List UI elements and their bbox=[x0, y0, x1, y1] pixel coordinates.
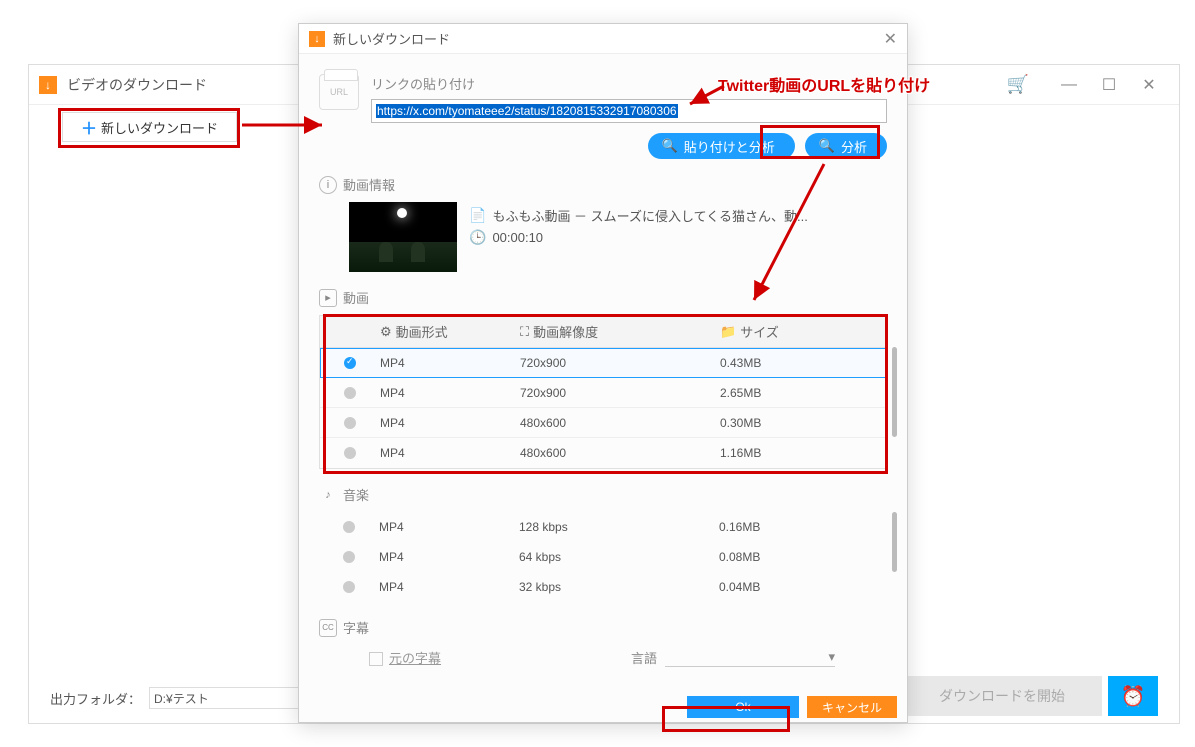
resolution-icon: ⛶ bbox=[520, 324, 529, 340]
video-format-row[interactable]: MP4720x9002.65MB bbox=[320, 378, 886, 408]
row-resolution: 480x600 bbox=[520, 446, 720, 460]
cc-icon: CC bbox=[319, 619, 337, 637]
plus-icon: ＋ bbox=[81, 115, 97, 139]
dialog-title: 新しいダウンロード bbox=[333, 29, 884, 48]
url-value: https://x.com/tyomateee2/status/18208153… bbox=[376, 104, 678, 118]
analyze-button[interactable]: 🔍 分析 bbox=[805, 133, 887, 159]
row-size: 0.04MB bbox=[719, 580, 887, 594]
video-duration: 00:00:10 bbox=[492, 230, 543, 245]
row-format: MP4 bbox=[380, 416, 520, 430]
row-format: MP4 bbox=[379, 520, 519, 534]
main-window-title: ビデオのダウンロード bbox=[67, 75, 207, 95]
row-size: 0.08MB bbox=[719, 550, 887, 564]
size-column: サイズ bbox=[740, 322, 779, 341]
language-label: 言語 bbox=[631, 648, 657, 667]
row-format: MP4 bbox=[379, 580, 519, 594]
row-format: MP4 bbox=[380, 446, 520, 460]
row-resolution: 720x900 bbox=[520, 386, 720, 400]
video-title-text: もふもふ動画 － スムーズに侵入してくる猫さん、動... bbox=[492, 206, 807, 225]
original-captions-checkbox[interactable]: 元の字幕 bbox=[369, 648, 441, 667]
new-download-button[interactable]: ＋ 新しいダウンロード bbox=[62, 112, 237, 142]
row-size: 1.16MB bbox=[720, 446, 886, 460]
row-radio[interactable] bbox=[344, 447, 356, 459]
row-resolution: 480x600 bbox=[520, 416, 720, 430]
row-size: 2.65MB bbox=[720, 386, 886, 400]
row-resolution: 720x900 bbox=[520, 356, 720, 370]
clock-icon: 🕒 bbox=[469, 229, 486, 246]
output-folder-label: 出力フォルダ： bbox=[50, 689, 141, 708]
paste-analyze-button[interactable]: 🔍 貼り付けと分析 bbox=[648, 133, 795, 159]
new-download-label: 新しいダウンロード bbox=[101, 118, 218, 137]
audio-section-header: ♪ 音楽 bbox=[319, 485, 887, 504]
row-radio[interactable] bbox=[344, 387, 356, 399]
url-input[interactable]: https://x.com/tyomateee2/status/18208153… bbox=[371, 99, 887, 123]
cancel-button[interactable]: キャンセル bbox=[807, 696, 897, 718]
folder-icon: 📁 bbox=[720, 324, 736, 340]
maximize-button[interactable]: ☐ bbox=[1089, 65, 1129, 105]
row-format: MP4 bbox=[380, 356, 520, 370]
scheduler-button[interactable]: ⏰ bbox=[1108, 676, 1158, 716]
analyze-label: 分析 bbox=[841, 137, 867, 156]
dialog-titlebar: ↓ 新しいダウンロード ✕ bbox=[299, 24, 907, 54]
row-size: 0.43MB bbox=[720, 356, 886, 370]
original-captions-label: 元の字幕 bbox=[389, 651, 441, 666]
document-icon: 📄 bbox=[469, 207, 486, 224]
video-icon: ▸ bbox=[319, 289, 337, 307]
language-select[interactable]: ▾ bbox=[665, 647, 835, 667]
video-scrollbar[interactable] bbox=[892, 347, 897, 437]
dialog-close-button[interactable]: ✕ bbox=[884, 29, 897, 49]
row-size: 0.16MB bbox=[719, 520, 887, 534]
video-thumbnail bbox=[349, 202, 457, 272]
paste-analyze-label: 貼り付けと分析 bbox=[684, 137, 775, 156]
row-radio[interactable] bbox=[344, 357, 356, 369]
new-download-dialog: ↓ 新しいダウンロード ✕ URL リンクの貼り付け https://x.com… bbox=[298, 23, 908, 723]
resolution-column: 動画解像度 bbox=[533, 322, 598, 341]
minimize-button[interactable]: — bbox=[1049, 65, 1089, 105]
start-download-label: ダウンロードを開始 bbox=[939, 686, 1065, 706]
row-radio[interactable] bbox=[343, 521, 355, 533]
row-size: 0.30MB bbox=[720, 416, 886, 430]
cart-icon[interactable]: 🛒 bbox=[1007, 74, 1029, 95]
audio-format-row[interactable]: MP4128 kbps0.16MB bbox=[319, 512, 887, 542]
url-icon: URL bbox=[319, 74, 359, 110]
video-section-header: ▸ 動画 bbox=[319, 288, 887, 307]
start-download-button[interactable]: ダウンロードを開始 bbox=[902, 676, 1102, 716]
row-bitrate: 64 kbps bbox=[519, 550, 719, 564]
row-bitrate: 128 kbps bbox=[519, 520, 719, 534]
video-table-header: ⚙動画形式 ⛶動画解像度 📁サイズ bbox=[319, 315, 887, 347]
output-folder-row: 出力フォルダ： D:¥テスト bbox=[50, 687, 319, 709]
video-format-row[interactable]: MP4480x6000.30MB bbox=[320, 408, 886, 438]
ok-button[interactable]: Ok bbox=[687, 696, 799, 718]
output-folder-input[interactable]: D:¥テスト bbox=[149, 687, 319, 709]
row-radio[interactable] bbox=[343, 551, 355, 563]
video-info-header: i 動画情報 bbox=[319, 175, 887, 194]
row-bitrate: 32 kbps bbox=[519, 580, 719, 594]
row-format: MP4 bbox=[380, 386, 520, 400]
captions-section-header: CC 字幕 bbox=[319, 618, 887, 637]
search-icon: 🔍 bbox=[819, 138, 835, 154]
audio-scrollbar[interactable] bbox=[892, 512, 897, 572]
dialog-app-icon: ↓ bbox=[309, 31, 325, 47]
video-format-row[interactable]: MP4480x6001.16MB bbox=[320, 438, 886, 468]
format-column: 動画形式 bbox=[396, 322, 448, 341]
info-icon: i bbox=[319, 176, 337, 194]
link-paste-label: リンクの貼り付け bbox=[371, 74, 887, 93]
music-icon: ♪ bbox=[319, 486, 337, 504]
video-info-text: 📄 もふもふ動画 － スムーズに侵入してくる猫さん、動... 🕒 00:00:10 bbox=[469, 202, 808, 250]
app-icon: ↓ bbox=[39, 76, 57, 94]
row-radio[interactable] bbox=[343, 581, 355, 593]
row-radio[interactable] bbox=[344, 417, 356, 429]
gear-icon: ⚙ bbox=[380, 324, 392, 340]
video-format-row[interactable]: MP4720x9000.43MB bbox=[320, 348, 886, 378]
close-main-button[interactable]: ✕ bbox=[1129, 65, 1169, 105]
row-format: MP4 bbox=[379, 550, 519, 564]
audio-format-row[interactable]: MP432 kbps0.04MB bbox=[319, 572, 887, 602]
audio-format-row[interactable]: MP464 kbps0.08MB bbox=[319, 542, 887, 572]
clipboard-search-icon: 🔍 bbox=[662, 138, 678, 154]
